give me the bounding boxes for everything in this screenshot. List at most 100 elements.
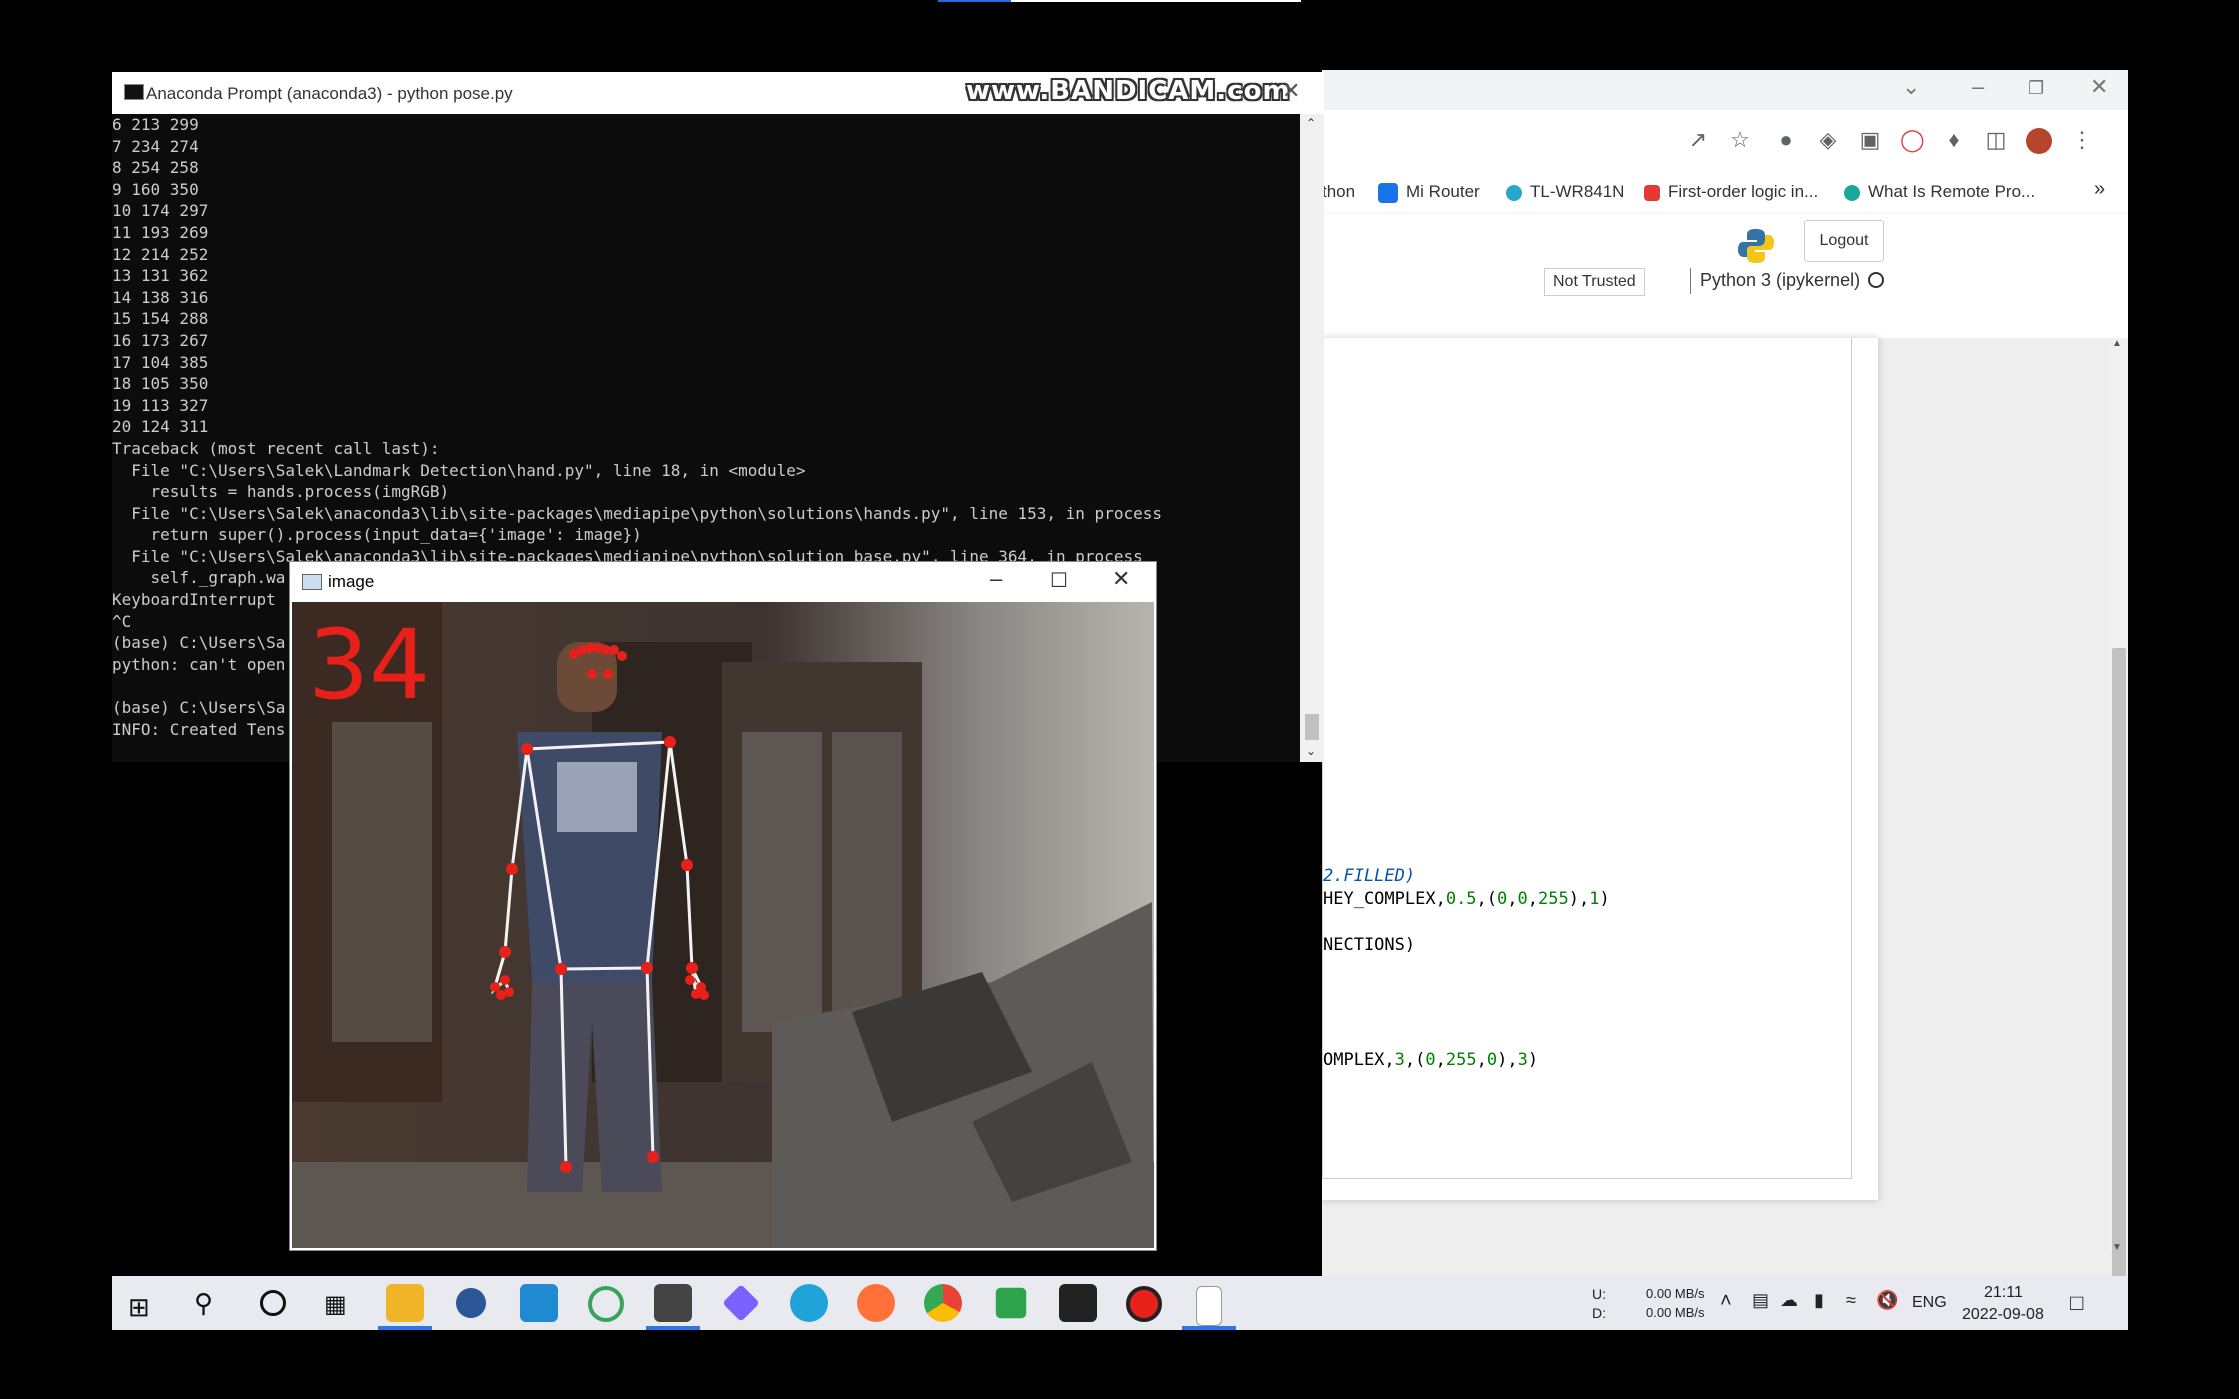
windows-start-icon[interactable]: ⊞ [128,1292,150,1323]
pose-frame: 34 [292,602,1154,1248]
terminal-line: 8 254 258 [112,158,199,178]
scrollbar-thumb[interactable] [1305,714,1319,740]
terminal-scrollbar[interactable]: ⌃ ⌄ [1300,114,1324,762]
bookmark-first-order-logic[interactable]: First-order logic in... [1644,182,1818,202]
wifi-icon[interactable]: ≈ [1846,1290,1856,1311]
notebook-page: 2.FILLED) HEY_COMPLEX,0.5,(0,0,255),1) N… [1322,338,1878,1200]
show-hidden-icons-chevron[interactable]: ˄ [1720,1290,1732,1313]
cortana-icon[interactable] [260,1290,286,1316]
sticky-app-icon[interactable] [1059,1284,1097,1322]
terminal-line: 16 173 267 [112,330,209,350]
tab-search-icon[interactable]: ⌄ [1902,74,1920,100]
task-view-icon[interactable]: ▦ [324,1290,347,1319]
notifications-icon[interactable]: □ [2070,1290,2083,1316]
bandicam-icon[interactable] [1126,1286,1162,1322]
terminal-line: File "C:\Users\Salek\Landmark Detection\… [112,460,806,480]
bookmark-tl-wr841n[interactable]: TL-WR841N [1506,182,1624,202]
net-up-label: U: [1592,1286,1606,1302]
volume-muted-icon[interactable]: 🔇 [1876,1290,1898,1311]
minimize-icon[interactable]: – [990,566,1002,592]
bookmark-python[interactable]: thon [1322,182,1355,202]
firefox-icon[interactable] [857,1284,895,1322]
net-down-value: 0.00 MB/s [1646,1305,1705,1320]
page-scrollbar[interactable]: ▲ ▼ [2108,338,2128,1308]
terminal-line: 18 105 350 [112,374,209,394]
close-icon[interactable]: ✕ [1112,566,1130,592]
clock-time[interactable]: 21:11 [1984,1284,2023,1302]
maximize-icon[interactable]: ☐ [1050,568,1068,593]
chrome-icon[interactable] [924,1284,962,1322]
terminal-taskbar-icon[interactable] [654,1284,692,1322]
vscode-icon[interactable] [520,1284,558,1322]
bookmark-remote-pro[interactable]: What Is Remote Pro... [1844,182,2035,202]
restore-icon[interactable]: ❐ [2028,78,2044,99]
net-down-label: D: [1592,1305,1606,1321]
site-icon [1644,184,1660,201]
scroll-up-arrow-icon[interactable]: ⌃ [1306,116,1316,130]
terminal-line: 11 193 269 [112,222,209,242]
side-panel-icon[interactable]: ◫ [1984,128,2008,152]
menu-kebab-icon[interactable]: ⋮ [2070,128,2094,152]
more-bookmarks-chevron[interactable]: » [2094,178,2105,201]
extension-opera-icon[interactable]: ◯ [1900,128,1925,152]
language-indicator[interactable]: ENG [1912,1294,1947,1312]
close-icon[interactable]: ✕ [2090,74,2108,100]
file-explorer-icon[interactable] [386,1284,424,1322]
bookmark-label: thon [1322,182,1356,201]
bandicam-watermark: www.BANDICAM.com [966,76,1291,106]
extension-icon-3[interactable]: ▣ [1858,128,1882,152]
bookmark-label: TL-WR841N [1530,182,1625,201]
share-icon[interactable]: ↗ [1686,128,1710,152]
edge-icon[interactable] [790,1284,828,1322]
scroll-up-arrow-icon[interactable]: ▲ [2112,338,2122,349]
avatar[interactable] [2026,128,2052,154]
terminal-line: Traceback (most recent call last): [112,438,440,458]
bookmarks-bar: thon Mi Router TL-WR841N First-order log… [1322,170,2128,215]
terminal-line: return super().process(input_data={'imag… [112,525,642,545]
scroll-down-arrow-icon[interactable]: ▼ [2112,1242,2122,1253]
meet-now-icon[interactable]: ▤ [1752,1290,1769,1311]
logout-button[interactable]: Logout [1804,220,1884,262]
bookmark-star-icon[interactable]: ☆ [1728,128,1752,152]
extension-grammarly-icon[interactable]: ● [1774,128,1798,152]
browser-window: ⌄ – ❐ ✕ ↗ ☆ ● ◈ ▣ ◯ ♦ ◫ ⋮ thon Mi Router… [1322,70,2128,1308]
close-icon[interactable]: ✕ [1282,78,1300,104]
code-line: 2.FILLED) [1323,866,1416,886]
app-icon[interactable] [722,1284,760,1322]
notepad-icon[interactable] [1196,1286,1222,1326]
kernel-indicator[interactable]: Python 3 (ipykernel) [1700,270,1860,291]
minimize-icon[interactable]: – [1972,74,1984,100]
code-cell[interactable]: 2.FILLED) HEY_COMPLEX,0.5,(0,0,255),1) N… [1322,338,1852,1179]
terminal-line: 17 104 385 [112,352,209,372]
search-icon[interactable]: ⚲ [194,1288,213,1319]
terminal-line: 14 138 316 [112,287,209,307]
clock-date[interactable]: 2022-09-08 [1962,1306,2044,1324]
kernel-idle-icon [1868,272,1884,288]
battery-icon[interactable]: ▮ [1814,1290,1824,1311]
extension-icon-2[interactable]: ◈ [1816,128,1840,152]
bookmark-mi-router[interactable]: Mi Router [1378,182,1480,203]
word-icon[interactable] [456,1288,486,1318]
terminal-titlebar[interactable]: Anaconda Prompt (anaconda3) - python pos… [112,72,1324,114]
terminal-line: 10 174 297 [112,201,209,221]
trust-badge[interactable]: Not Trusted [1544,268,1645,296]
image-titlebar[interactable]: image – ☐ ✕ [290,562,1156,602]
terminal-line: 12 214 252 [112,244,209,264]
terminal-line: 7 234 274 [112,136,199,156]
browser-titlebar: ⌄ – ❐ ✕ [1322,70,2128,110]
net-up-value: 0.00 MB/s [1646,1286,1705,1301]
terminal-line: 6 213 299 [112,115,199,134]
terminal-line: 20 124 311 [112,417,209,437]
puzzle-icon[interactable]: ♦ [1942,128,1966,152]
window-icon [302,574,322,590]
image-window: image – ☐ ✕ 34 [289,561,1157,1251]
terminal-icon [124,84,144,100]
anaconda-navigator-icon[interactable] [588,1286,624,1322]
scrollbar-thumb[interactable] [2112,648,2126,1308]
scroll-down-arrow-icon[interactable]: ⌄ [1306,744,1316,758]
onedrive-icon[interactable]: ☁ [1780,1290,1798,1311]
tplink-icon [1506,184,1522,201]
recording-progress-blue [938,0,1011,2]
app-icon[interactable] [995,1287,1027,1319]
code-line: OMPLEX,3,(0,255,0),3) [1323,1050,1539,1070]
